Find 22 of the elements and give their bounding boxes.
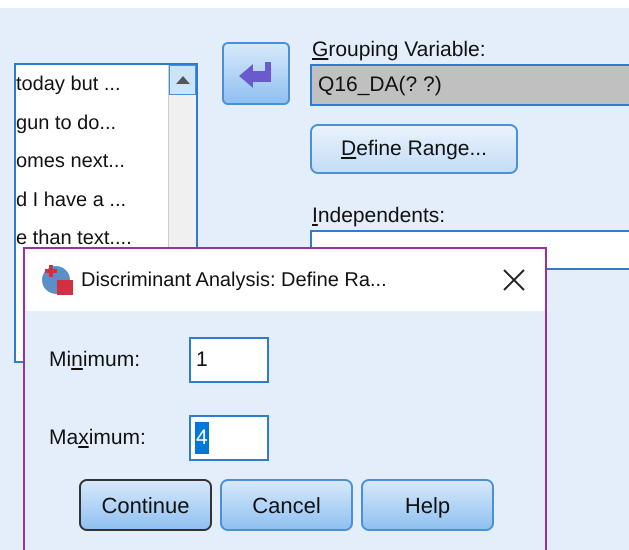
scroll-up-button[interactable] [169,65,196,95]
dialog-button[interactable]: Continue [79,479,212,531]
field-value: 1 [195,347,209,374]
list-item[interactable]: omes next... [16,142,168,180]
grouping-variable-field[interactable]: Q16_DA(? ?) [310,64,629,106]
app-icon [41,263,75,297]
number-field[interactable]: 1 [189,337,269,383]
field-label: Maximum: [49,425,147,452]
list-item[interactable]: today but ... [16,65,168,104]
number-field[interactable]: 4 [189,415,269,461]
list-item[interactable]: gun to do... [16,104,168,142]
dialog-button[interactable]: Help [361,479,494,531]
close-icon[interactable] [503,269,525,291]
field-label: Independents: [311,203,446,229]
dialog-button[interactable]: Cancel [220,479,353,531]
field-value: 4 [195,422,209,454]
list-item[interactable]: d I have a ... [16,180,168,219]
move-variable-button[interactable] [222,42,290,105]
up-arrow-icon [176,76,190,84]
field-label: Grouping Variable: [311,37,487,63]
define-range-button[interactable]: Define Range... [310,124,518,174]
left-arrow-icon [239,60,273,88]
